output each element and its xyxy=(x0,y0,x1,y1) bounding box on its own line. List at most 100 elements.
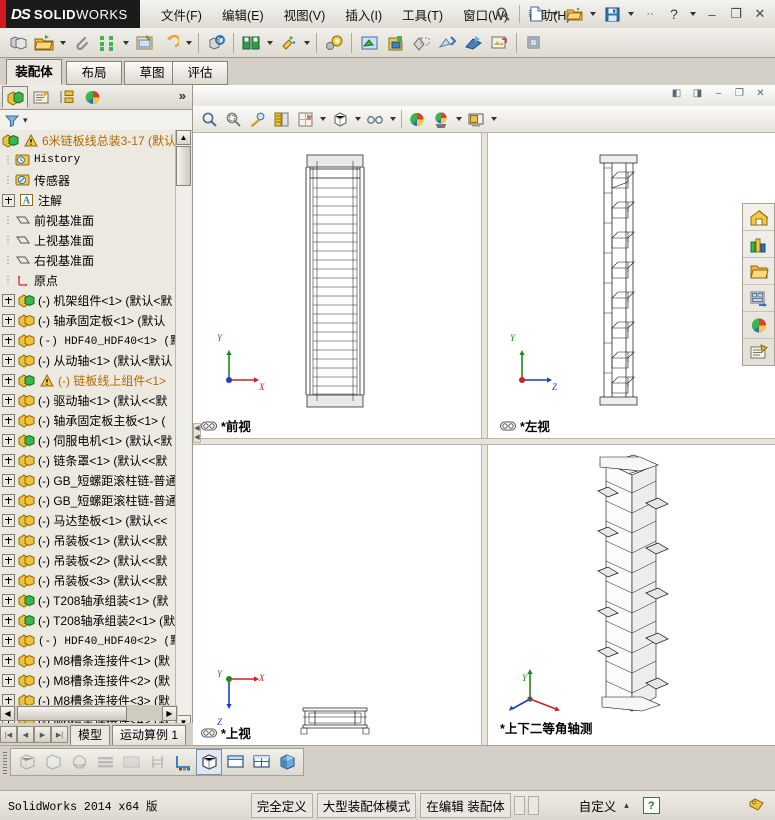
display-manager-tab[interactable] xyxy=(80,86,106,108)
tree-component-row[interactable]: (-) HDF40_HDF40<1> (默认 xyxy=(0,330,178,350)
measure-icon[interactable] xyxy=(356,30,382,56)
expand-plus-icon[interactable] xyxy=(2,353,15,367)
tree-component-row[interactable]: (-) 马达垫板<1> (默认<< xyxy=(0,510,178,530)
graph-axes-icon[interactable] xyxy=(170,749,196,775)
window-restore-button[interactable]: ❐ xyxy=(725,4,747,24)
featuremanager-tab[interactable] xyxy=(2,86,28,108)
tab-layout[interactable]: 布局 xyxy=(66,61,122,85)
expand-plus-icon[interactable] xyxy=(2,653,15,667)
menu-file[interactable]: 文件(F) xyxy=(152,2,211,27)
tree-component-row[interactable]: (-) 吊装板<1> (默认<<默 xyxy=(0,530,178,550)
chevron-down-icon[interactable] xyxy=(628,12,634,16)
appearance-icon[interactable] xyxy=(275,30,301,56)
tree-item-sensors[interactable]: ⋮ 传感器 xyxy=(0,170,178,190)
tree-root-row[interactable]: 6米链板线总装3-17 (默认 xyxy=(0,130,178,150)
single-view-icon[interactable] xyxy=(196,749,222,775)
expand-plus-icon[interactable] xyxy=(2,513,15,527)
expand-plus-icon[interactable] xyxy=(2,393,15,407)
zoom-to-fit-icon[interactable] xyxy=(197,107,221,131)
tree-component-row[interactable]: (-) M8槽条连接件<1> (默 xyxy=(0,650,178,670)
chevron-down-icon[interactable] xyxy=(57,31,68,55)
tree-item-right-plane[interactable]: ⋮ 右视基准面 xyxy=(0,250,178,270)
curvature-icon[interactable] xyxy=(144,749,170,775)
hide-show-items-icon[interactable] xyxy=(363,107,387,131)
hidden-lines-visible-icon[interactable] xyxy=(14,749,40,775)
tree-vertical-scrollbar[interactable]: ▲ ▼ xyxy=(175,130,191,730)
tree-component-row-selected[interactable]: (-) 链板线上组件<1> xyxy=(0,370,178,390)
scroll-left-arrow-icon[interactable]: ◀ xyxy=(0,705,15,721)
tree-item-history[interactable]: ⋮ History xyxy=(0,150,178,170)
tree-component-row[interactable]: (-) 驱动轴<1> (默认<<默 xyxy=(0,390,178,410)
expand-plus-icon[interactable] xyxy=(2,453,15,467)
tree-component-row[interactable]: (-) 吊装板<2> (默认<<默 xyxy=(0,550,178,570)
expand-plus-icon[interactable] xyxy=(2,293,15,307)
tree-item-annotations[interactable]: A 注解 xyxy=(0,190,178,210)
view-settings-icon[interactable] xyxy=(464,107,488,131)
toolbar-grip[interactable] xyxy=(3,750,7,774)
previous-view-icon[interactable] xyxy=(245,107,269,131)
edit-appearance-icon[interactable] xyxy=(405,107,429,131)
tree-component-row[interactable]: (-) 链条罩<1> (默认<<默 xyxy=(0,450,178,470)
hidden-lines-removed-icon[interactable] xyxy=(40,749,66,775)
viewport-isometric[interactable]: Y *上下二等角轴测 xyxy=(486,443,775,745)
chevron-down-icon[interactable] xyxy=(488,107,499,131)
edit-component-icon[interactable] xyxy=(131,30,157,56)
tab-assembly[interactable]: 装配体 xyxy=(6,59,62,85)
expand-panel-chevron-icon[interactable]: » xyxy=(179,88,186,103)
tree-component-row[interactable]: (-) 吊装板<3> (默认<<默 xyxy=(0,570,178,590)
tree-item-top-plane[interactable]: ⋮ 上视基准面 xyxy=(0,230,178,250)
chevron-up-icon[interactable]: ▴ xyxy=(624,800,629,811)
appearances-scenes-icon[interactable] xyxy=(743,312,774,339)
viewport-left[interactable]: Y Z *左视 xyxy=(486,133,775,438)
rebuild-icon[interactable] xyxy=(203,30,229,56)
feature-tree[interactable]: 6米链板线总装3-17 (默认 ⋮ History ⋮ 传感器 A 注解 ⋮ 前… xyxy=(0,130,178,730)
assembly-visualization-icon[interactable] xyxy=(460,30,486,56)
tree-component-row[interactable]: (-) T208轴承组装2<1> (默 xyxy=(0,610,178,630)
viewport-top[interactable]: Y X Z *上视 xyxy=(193,443,481,745)
menu-view[interactable]: 视图(V) xyxy=(275,2,335,27)
doc-minimize-icon[interactable]: – xyxy=(710,86,727,101)
file-explorer-icon[interactable] xyxy=(743,258,774,285)
viewport-front[interactable]: Y X *前视 xyxy=(193,133,481,438)
view-palette-icon[interactable] xyxy=(743,285,774,312)
design-library-icon[interactable] xyxy=(743,231,774,258)
interference-icon[interactable] xyxy=(408,30,434,56)
custom-properties-icon[interactable] xyxy=(743,339,774,365)
print-icon[interactable]: ·· xyxy=(639,3,661,25)
chevron-down-icon[interactable] xyxy=(264,31,275,55)
menu-edit[interactable]: 编辑(E) xyxy=(213,2,273,27)
save-icon[interactable] xyxy=(601,3,623,25)
expand-plus-icon[interactable] xyxy=(2,673,15,687)
move-component-icon[interactable] xyxy=(434,30,460,56)
expand-plus-icon[interactable] xyxy=(2,473,15,487)
rebuild-tree-icon[interactable] xyxy=(94,30,120,56)
customize-label[interactable]: 自定义 xyxy=(579,796,617,815)
new-assembly-icon[interactable] xyxy=(5,30,31,56)
open-document-icon[interactable] xyxy=(31,30,57,56)
window-minimize-button[interactable]: – xyxy=(701,4,723,24)
tree-component-row[interactable]: (-) M8槽条连接件<2> (默 xyxy=(0,670,178,690)
section-view-icon[interactable] xyxy=(269,107,293,131)
nav-next-icon[interactable]: ▶ xyxy=(34,726,51,743)
tree-component-row[interactable]: (-) HDF40_HDF40<2> (默认 xyxy=(0,630,178,650)
draft-quality-icon[interactable] xyxy=(92,749,118,775)
shaded-view-icon[interactable] xyxy=(274,749,300,775)
tree-item-front-plane[interactable]: ⋮ 前视基准面 xyxy=(0,210,178,230)
save-all-icon[interactable] xyxy=(238,30,264,56)
apply-scene-icon[interactable] xyxy=(429,107,453,131)
splitter-grip[interactable]: ◀ ◀ xyxy=(193,423,201,443)
chevron-down-icon[interactable] xyxy=(690,12,696,16)
chevron-down-icon[interactable] xyxy=(387,107,398,131)
expand-plus-icon[interactable] xyxy=(2,493,15,507)
chevron-down-icon[interactable] xyxy=(453,107,464,131)
expand-plus-icon[interactable] xyxy=(2,193,15,207)
window-close-button[interactable]: ✕ xyxy=(749,4,771,24)
scroll-right-arrow-icon[interactable]: ▶ xyxy=(162,705,177,721)
tree-horizontal-scrollbar[interactable]: ◀ ▶ xyxy=(0,705,178,721)
scroll-up-arrow-icon[interactable]: ▲ xyxy=(176,130,191,145)
help-question-icon[interactable]: ? xyxy=(663,3,685,25)
open-folder-icon[interactable] xyxy=(563,3,585,25)
options-gear-icon[interactable] xyxy=(321,30,347,56)
tab-model[interactable]: 模型 xyxy=(70,725,111,745)
chevron-down-icon[interactable] xyxy=(317,107,328,131)
